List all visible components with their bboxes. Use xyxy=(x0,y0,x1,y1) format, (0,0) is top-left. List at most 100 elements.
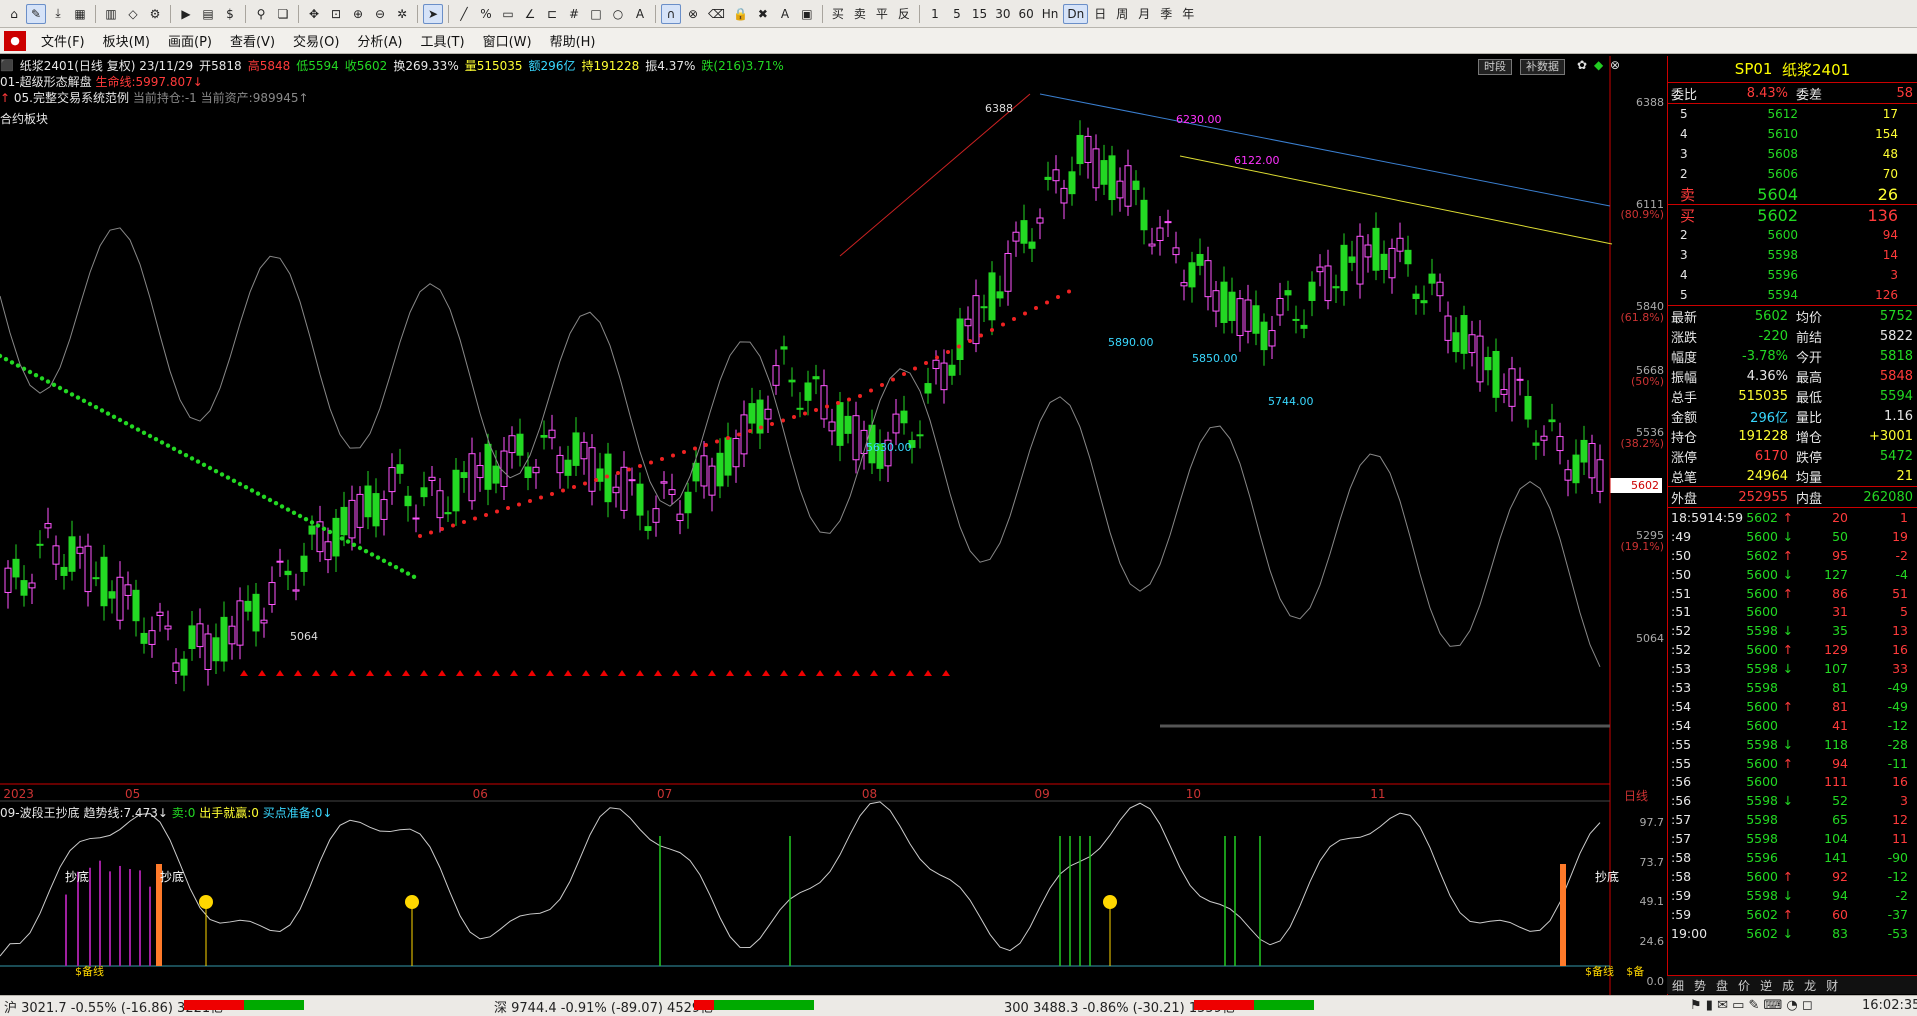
period-10[interactable]: 季 xyxy=(1156,4,1176,24)
tick-row[interactable]: :57 5598 65 12 xyxy=(1668,810,1917,829)
bracket-icon[interactable]: ⊏ xyxy=(542,4,562,24)
menu-item-0[interactable]: 文件(F) xyxy=(32,31,94,50)
stat-row[interactable]: 金额 296亿 量比 1.16 xyxy=(1668,406,1917,426)
percent-icon[interactable]: % xyxy=(476,4,496,24)
tick-row[interactable]: :59 5598 ↓ 94 -2 xyxy=(1668,886,1917,905)
stat-row[interactable]: 最新 5602 均价 5752 xyxy=(1668,306,1917,326)
period-7[interactable]: 日 xyxy=(1090,4,1110,24)
ruler-icon[interactable]: ▭ xyxy=(498,4,518,24)
tick-row[interactable]: :57 5598 104 11 xyxy=(1668,829,1917,848)
bid-row[interactable]: 买 5602 136 xyxy=(1668,205,1917,225)
period-0[interactable]: 1 xyxy=(925,4,945,24)
period-1[interactable]: 5 xyxy=(947,4,967,24)
cy-index[interactable]: 300 3488.3 -0.86% (-30.21) 1559亿 xyxy=(834,997,1194,1016)
tick-row[interactable]: :51 5600 ↑ 86 51 xyxy=(1668,584,1917,603)
angle-icon[interactable]: ∠ xyxy=(520,4,540,24)
move-icon[interactable]: ✥ xyxy=(304,4,324,24)
eraser-icon[interactable]: ⌫ xyxy=(705,4,728,24)
period-8[interactable]: 周 xyxy=(1112,4,1132,24)
tick-row[interactable]: :58 5600 ↑ 92 -12 xyxy=(1668,867,1917,886)
ask-row[interactable]: 2 5606 70 xyxy=(1668,164,1917,184)
panel-tab-6[interactable]: 龙 xyxy=(1799,977,1821,994)
tick-row[interactable]: :52 5600 ↑ 129 16 xyxy=(1668,640,1917,659)
period-9[interactable]: 月 xyxy=(1134,4,1154,24)
stat-row[interactable]: 持仓 191228 增仓 +3001 xyxy=(1668,426,1917,446)
tick-row[interactable]: :55 5600 ↑ 94 -11 xyxy=(1668,754,1917,773)
stat-row[interactable]: 振幅 4.36% 最高 5848 xyxy=(1668,366,1917,386)
panel-tab-5[interactable]: 成 xyxy=(1777,977,1799,994)
zoom-fit-icon[interactable]: ⊡ xyxy=(326,4,346,24)
panel-tab-0[interactable]: 细 xyxy=(1667,977,1689,994)
rect-icon[interactable]: □ xyxy=(586,4,606,24)
sh-index[interactable]: 沪 3021.7 -0.55% (-16.86) 3221亿 xyxy=(0,997,184,1016)
tick-row[interactable]: :51 5600 31 5 xyxy=(1668,602,1917,621)
color-icon[interactable]: A xyxy=(775,4,795,24)
menu-item-6[interactable]: 工具(T) xyxy=(411,31,473,50)
home-icon[interactable]: ⌂ xyxy=(4,4,24,24)
lock-icon[interactable]: 🔒 xyxy=(730,4,751,24)
tick-row[interactable]: 18:5914:59 5602 ↑ 20 1 xyxy=(1668,508,1917,527)
layers-icon[interactable]: ❏ xyxy=(273,4,293,24)
tick-row[interactable]: :56 5600 111 16 xyxy=(1668,772,1917,791)
menu-item-2[interactable]: 画面(P) xyxy=(159,31,221,50)
download-icon[interactable]: ⤓ xyxy=(48,4,68,24)
bid-row[interactable]: 2 5600 94 xyxy=(1668,225,1917,245)
tick-row[interactable]: :53 5598 ↓ 107 33 xyxy=(1668,659,1917,678)
period-5[interactable]: Hn xyxy=(1039,4,1062,24)
period-4[interactable]: 60 xyxy=(1015,4,1036,24)
tick-row[interactable]: :54 5600 41 -12 xyxy=(1668,716,1917,735)
stat-row[interactable]: 涨停 6170 跌停 5472 xyxy=(1668,446,1917,466)
stat-row[interactable]: 幅度 -3.78% 今开 5818 xyxy=(1668,346,1917,366)
stat-row[interactable]: 总手 515035 最低 5594 xyxy=(1668,386,1917,406)
settings-icon[interactable]: ✲ xyxy=(392,4,412,24)
trash-icon[interactable]: ✖ xyxy=(753,4,773,24)
panel-tab-4[interactable]: 逆 xyxy=(1755,977,1777,994)
tick-row[interactable]: :52 5598 ↓ 35 13 xyxy=(1668,621,1917,640)
bid-row[interactable]: 5 5594 126 xyxy=(1668,285,1917,305)
tick-row[interactable]: 19:00 5602 ↓ 83 -53 xyxy=(1668,924,1917,943)
tick-row[interactable]: :50 5602 ↑ 95 -2 xyxy=(1668,546,1917,565)
stat-row[interactable]: 涨跌 -220 前结 5822 xyxy=(1668,326,1917,346)
menu-item-8[interactable]: 帮助(H) xyxy=(541,31,605,50)
tick-row[interactable]: :50 5600 ↓ 127 -4 xyxy=(1668,565,1917,584)
chart-icon[interactable]: ▥ xyxy=(101,4,121,24)
ask-row[interactable]: 3 5608 48 xyxy=(1668,144,1917,164)
cursor-icon[interactable]: ➤ xyxy=(423,4,443,24)
status-icons[interactable]: ⚑ ▮ ✉ ▭ ✎ ⌨ ◔ ◻ xyxy=(1690,998,1813,1013)
tick-row[interactable]: :59 5602 ↑ 60 -37 xyxy=(1668,905,1917,924)
bid-row[interactable]: 3 5598 14 xyxy=(1668,245,1917,265)
tick-row[interactable]: :55 5598 ↓ 118 -28 xyxy=(1668,735,1917,754)
save-icon[interactable]: ▣ xyxy=(797,4,817,24)
grid-icon[interactable]: ▦ xyxy=(70,4,90,24)
period-6[interactable]: Dn xyxy=(1063,4,1088,24)
trade-button-0[interactable]: 买 xyxy=(828,4,848,24)
zoom-out-icon[interactable]: ⊖ xyxy=(370,4,390,24)
period-3[interactable]: 30 xyxy=(992,4,1013,24)
gear-icon[interactable]: ⚙ xyxy=(145,4,165,24)
filter-icon[interactable]: ⚲ xyxy=(251,4,271,24)
trade-button-2[interactable]: 平 xyxy=(872,4,892,24)
sub-indicator-header[interactable]: 09-波段王抄底 趋势线:7.473↓ 卖:0 出手就赢:0 买点准备:0↓ xyxy=(0,804,332,821)
pen-icon[interactable]: ✎ xyxy=(26,4,46,24)
trade-button-1[interactable]: 卖 xyxy=(850,4,870,24)
panel-tab-2[interactable]: 盘 xyxy=(1711,977,1733,994)
circle-icon[interactable]: ○ xyxy=(608,4,628,24)
text-icon[interactable]: A xyxy=(630,4,650,24)
hash-icon[interactable]: # xyxy=(564,4,584,24)
ask-row[interactable]: 4 5610 154 xyxy=(1668,124,1917,144)
tick-row[interactable]: :54 5600 ↑ 81 -49 xyxy=(1668,697,1917,716)
menu-item-7[interactable]: 窗口(W) xyxy=(474,31,541,50)
trade-button-3[interactable]: 反 xyxy=(894,4,914,24)
zoom-in-icon[interactable]: ⊕ xyxy=(348,4,368,24)
menu-item-3[interactable]: 查看(V) xyxy=(221,31,284,50)
diamond-icon[interactable]: ◇ xyxy=(123,4,143,24)
link-icon[interactable]: ⊗ xyxy=(683,4,703,24)
line-icon[interactable]: ╱ xyxy=(454,4,474,24)
menu-item-1[interactable]: 板块(M) xyxy=(94,31,159,50)
panel-tab-7[interactable]: 财 xyxy=(1821,977,1843,994)
period-11[interactable]: 年 xyxy=(1178,4,1198,24)
menu-item-4[interactable]: 交易(O) xyxy=(284,31,348,50)
doc-icon[interactable]: ▤ xyxy=(198,4,218,24)
tick-row[interactable]: :53 5598 81 -49 xyxy=(1668,678,1917,697)
bid-row[interactable]: 4 5596 3 xyxy=(1668,265,1917,285)
